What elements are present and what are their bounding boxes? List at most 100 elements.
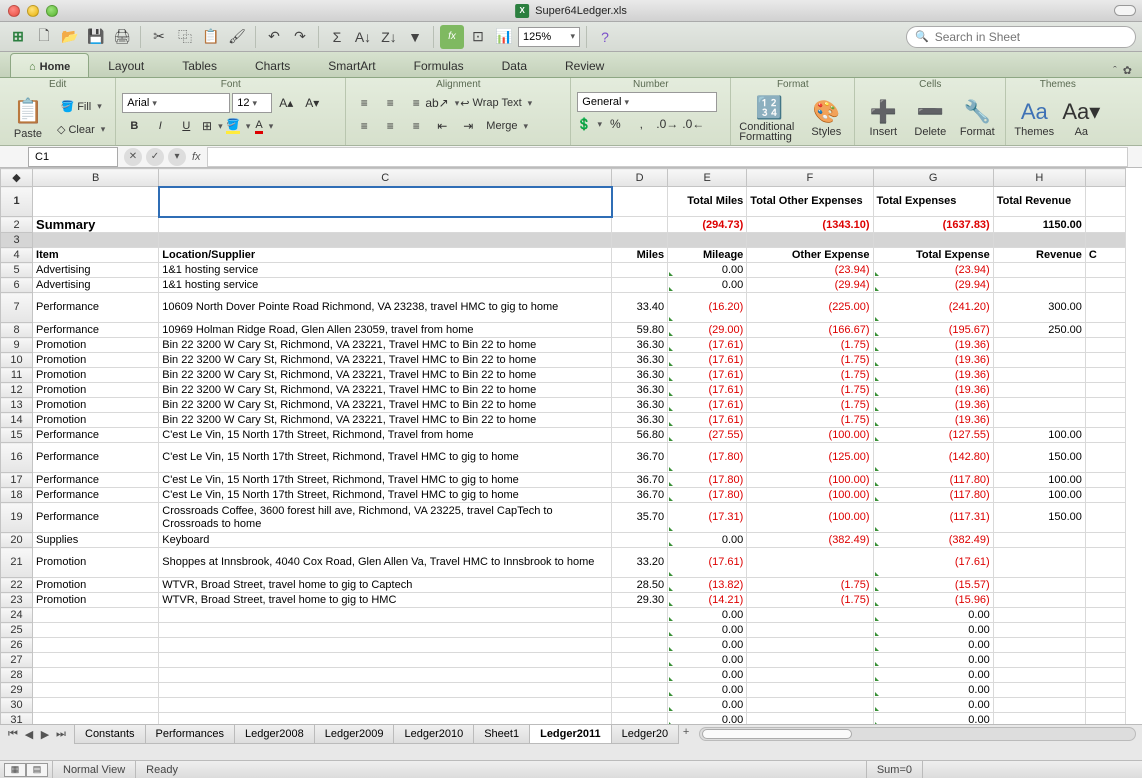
cell[interactable]	[159, 653, 612, 668]
cell[interactable]	[159, 608, 612, 623]
bold-button[interactable]: B	[122, 115, 146, 137]
cell[interactable]	[747, 668, 873, 683]
zoom-dropdown[interactable]: 125%	[518, 27, 580, 47]
cell[interactable]: Bin 22 3200 W Cary St, Richmond, VA 2322…	[159, 368, 612, 383]
cell[interactable]	[612, 533, 668, 548]
cell[interactable]	[747, 698, 873, 713]
sheet-tab[interactable]: Ledger2009	[314, 725, 395, 744]
cell[interactable]	[1085, 548, 1125, 578]
merge-button[interactable]: Merge	[482, 115, 532, 137]
clear-button[interactable]: ◇Clear	[53, 119, 109, 141]
cell[interactable]: 0.00	[873, 668, 993, 683]
cell[interactable]	[612, 623, 668, 638]
cell[interactable]: C'est Le Vin, 15 North 17th Street, Rich…	[159, 428, 612, 443]
chart-icon[interactable]: 📊	[492, 25, 516, 49]
row-header[interactable]: 4	[1, 248, 33, 263]
cell[interactable]: (14.21)	[668, 593, 747, 608]
cell[interactable]: 0.00	[668, 278, 747, 293]
cell[interactable]: 0.00	[668, 263, 747, 278]
search-box[interactable]: 🔍	[906, 26, 1136, 48]
cell[interactable]: 0.00	[668, 713, 747, 725]
cell[interactable]: 100.00	[993, 473, 1085, 488]
cell[interactable]: Miles	[612, 248, 668, 263]
cell[interactable]: (1.75)	[747, 383, 873, 398]
cell[interactable]	[993, 278, 1085, 293]
cell[interactable]: (29.94)	[747, 278, 873, 293]
cell[interactable]: 0.00	[668, 653, 747, 668]
cell[interactable]	[993, 608, 1085, 623]
cell[interactable]: (1.75)	[747, 593, 873, 608]
cell[interactable]	[33, 187, 159, 217]
cell[interactable]	[612, 187, 668, 217]
wrap-text-button[interactable]: ↩Wrap Text	[456, 92, 536, 114]
table-row[interactable]: 15PerformanceC'est Le Vin, 15 North 17th…	[1, 428, 1126, 443]
cell[interactable]	[159, 233, 612, 248]
horizontal-scrollbar[interactable]	[699, 727, 1136, 741]
table-row[interactable]: 23PromotionWTVR, Broad Street, travel ho…	[1, 593, 1126, 608]
cell[interactable]: 300.00	[993, 293, 1085, 323]
cell[interactable]: 36.30	[612, 353, 668, 368]
cell[interactable]: (1.75)	[747, 398, 873, 413]
table-row[interactable]: 19PerformanceCrossroads Coffee, 3600 for…	[1, 503, 1126, 533]
cell[interactable]	[33, 623, 159, 638]
cell[interactable]	[1085, 338, 1125, 353]
cell[interactable]	[993, 698, 1085, 713]
cell[interactable]	[1085, 443, 1125, 473]
cell[interactable]: (294.73)	[668, 217, 747, 233]
cell[interactable]	[1085, 187, 1125, 217]
cell[interactable]	[33, 713, 159, 725]
cell[interactable]: (195.67)	[873, 323, 993, 338]
decrease-decimal-icon[interactable]: .0←	[681, 113, 705, 135]
cell[interactable]	[668, 233, 747, 248]
cell[interactable]: C	[1085, 248, 1125, 263]
cell[interactable]: 0.00	[873, 638, 993, 653]
cell[interactable]	[747, 638, 873, 653]
cell[interactable]: Keyboard	[159, 533, 612, 548]
cell[interactable]	[33, 653, 159, 668]
cell[interactable]: 36.30	[612, 413, 668, 428]
number-format-dropdown[interactable]: General	[577, 92, 717, 112]
toolbar-toggle-button[interactable]	[1114, 5, 1136, 16]
cell[interactable]: Promotion	[33, 398, 159, 413]
cell[interactable]: Promotion	[33, 353, 159, 368]
row-header[interactable]: 15	[1, 428, 33, 443]
cell[interactable]: (29.94)	[873, 278, 993, 293]
cell[interactable]: (15.57)	[873, 578, 993, 593]
cell[interactable]	[747, 683, 873, 698]
cell[interactable]	[612, 233, 668, 248]
cell[interactable]	[33, 638, 159, 653]
cell[interactable]	[993, 338, 1085, 353]
cell[interactable]	[159, 623, 612, 638]
border-button[interactable]: ⊞	[200, 115, 224, 137]
sheet-tab[interactable]: Ledger2008	[234, 725, 315, 744]
cell[interactable]: Performance	[33, 428, 159, 443]
cell[interactable]: 0.00	[873, 653, 993, 668]
table-row[interactable]: 10PromotionBin 22 3200 W Cary St, Richmo…	[1, 353, 1126, 368]
cell[interactable]	[1085, 353, 1125, 368]
cell[interactable]: Total Other Expenses	[747, 187, 873, 217]
tab-smartart[interactable]: SmartArt	[309, 53, 394, 77]
font-color-button[interactable]: A	[252, 115, 276, 137]
row-header[interactable]: 24	[1, 608, 33, 623]
cell[interactable]: Performance	[33, 473, 159, 488]
theme-fonts-button[interactable]: Aa▾Aa	[1059, 97, 1103, 140]
page-layout-view-icon[interactable]: ▤	[26, 763, 48, 777]
cell[interactable]	[1085, 638, 1125, 653]
cell[interactable]	[993, 548, 1085, 578]
cell[interactable]	[159, 698, 612, 713]
row-header[interactable]: 21	[1, 548, 33, 578]
undo-icon[interactable]: ↶	[262, 25, 286, 49]
sheet-tab[interactable]: Constants	[74, 725, 146, 744]
cell[interactable]: (19.36)	[873, 398, 993, 413]
orientation-icon[interactable]: ab↗	[430, 92, 454, 114]
cell[interactable]: Performance	[33, 488, 159, 503]
underline-button[interactable]: U	[174, 115, 198, 137]
cell[interactable]: (1.75)	[747, 368, 873, 383]
cell[interactable]: Shoppes at Innsbrook, 4040 Cox Road, Gle…	[159, 548, 612, 578]
cell[interactable]: Bin 22 3200 W Cary St, Richmond, VA 2322…	[159, 338, 612, 353]
table-row[interactable]: 5Advertising1&1 hosting service0.00(23.9…	[1, 263, 1126, 278]
sheet-nav-next-icon[interactable]: ▶	[38, 728, 52, 742]
cell[interactable]	[1085, 368, 1125, 383]
copy-icon[interactable]: ⿻	[173, 25, 197, 49]
cell[interactable]: Total Revenue	[993, 187, 1085, 217]
